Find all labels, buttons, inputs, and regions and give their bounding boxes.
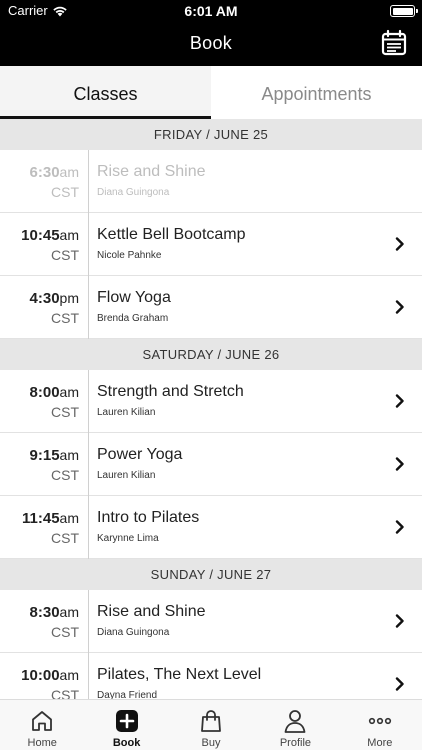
start-time: 4:30 <box>29 290 60 307</box>
start-time: 6:30 <box>29 164 60 181</box>
day-header: SATURDAY / JUNE 26 <box>0 339 422 370</box>
day-header: FRIDAY / JUNE 25 <box>0 119 422 150</box>
class-time: 10:45am CST <box>0 213 89 276</box>
class-name: Power Yoga <box>97 446 183 463</box>
day-header: SUNDAY / JUNE 27 <box>0 559 422 590</box>
segmented-tabs: Classes Appointments <box>0 66 422 119</box>
timezone: CST <box>51 184 79 200</box>
start-time: 10:00 <box>21 667 60 684</box>
tab-bar-label: Buy <box>201 737 221 749</box>
timezone: CST <box>51 624 79 640</box>
tab-appointments[interactable]: Appointments <box>211 66 422 119</box>
calendar-icon[interactable] <box>380 29 408 57</box>
person-icon <box>285 710 306 733</box>
bottom-tab-bar: Home Book Buy Profile More <box>0 699 422 750</box>
am-pm: am <box>59 227 79 243</box>
app-header: Carrier 6:01 AM Book <box>0 0 422 66</box>
page-title: Book <box>189 33 233 53</box>
am-pm: am <box>59 604 79 620</box>
timezone: CST <box>51 530 79 546</box>
instructor-name: Brenda Graham <box>97 313 169 324</box>
instructor-name: Dayna Friend <box>97 690 158 699</box>
battery-icon <box>390 5 418 17</box>
class-row[interactable]: 8:00am CST Strength and Stretch Lauren K… <box>0 370 422 433</box>
class-time: 10:00am CST <box>0 653 89 699</box>
class-row: 6:30am CST Rise and Shine Diana Guingona <box>0 150 422 213</box>
class-row[interactable]: 10:45am CST Kettle Bell Bootcamp Nicole … <box>0 213 422 276</box>
am-pm: pm <box>59 290 79 306</box>
class-schedule-list: FRIDAY / JUNE 25 6:30am CST Rise and Shi… <box>0 119 422 699</box>
chevron-right-icon <box>395 457 404 471</box>
timezone: CST <box>51 687 79 699</box>
instructor-name: Diana Guingona <box>97 187 170 198</box>
timezone: CST <box>51 247 79 263</box>
tab-bar-more[interactable]: More <box>338 700 422 750</box>
chevron-right-icon <box>395 677 404 691</box>
shopping-bag-icon <box>201 710 221 732</box>
timezone: CST <box>51 404 79 420</box>
chevron-right-icon <box>395 237 404 251</box>
instructor-name: Karynne Lima <box>97 533 159 544</box>
chevron-right-icon <box>395 614 404 628</box>
instructor-name: Diana Guingona <box>97 627 170 638</box>
tab-bar-label: Book <box>112 737 141 749</box>
timezone: CST <box>51 310 79 326</box>
tab-bar-book[interactable]: Book <box>84 700 168 750</box>
tab-classes[interactable]: Classes <box>0 66 211 119</box>
class-time: 8:30am CST <box>0 590 89 653</box>
tab-bar-label: Profile <box>279 737 312 749</box>
start-time: 8:30 <box>29 604 60 621</box>
chevron-right-icon <box>395 520 404 534</box>
class-row[interactable]: 11:45am CST Intro to Pilates Karynne Lim… <box>0 496 422 559</box>
start-time: 11:45 <box>22 510 60 527</box>
instructor-name: Lauren Kilian <box>97 470 156 481</box>
am-pm: am <box>59 164 79 180</box>
class-time: 4:30pm CST <box>0 276 89 339</box>
start-time: 10:45 <box>21 227 60 244</box>
class-row[interactable]: 8:30am CST Rise and Shine Diana Guingona <box>0 590 422 653</box>
class-name: Rise and Shine <box>97 163 206 180</box>
tab-bar-label: More <box>367 737 393 749</box>
timezone: CST <box>51 467 79 483</box>
class-name: Pilates, The Next Level <box>97 666 262 683</box>
class-time: 9:15am CST <box>0 433 89 496</box>
am-pm: am <box>59 667 79 683</box>
start-time: 8:00 <box>29 384 60 401</box>
tab-bar-buy[interactable]: Buy <box>169 700 253 750</box>
class-name: Kettle Bell Bootcamp <box>97 226 246 243</box>
class-time: 8:00am CST <box>0 370 89 433</box>
am-pm: am <box>59 384 79 400</box>
am-pm: am <box>59 447 79 463</box>
more-dots-icon <box>368 717 391 725</box>
chevron-right-icon <box>395 300 404 314</box>
class-name: Rise and Shine <box>97 603 206 620</box>
class-name: Strength and Stretch <box>97 383 244 400</box>
home-icon <box>32 711 53 731</box>
class-name: Intro to Pilates <box>97 509 200 526</box>
am-pm: am <box>59 510 79 526</box>
class-row[interactable]: 10:00am CST Pilates, The Next Level Dayn… <box>0 653 422 699</box>
instructor-name: Lauren Kilian <box>97 407 156 418</box>
tab-bar-profile[interactable]: Profile <box>253 700 337 750</box>
start-time: 9:15 <box>29 447 60 464</box>
class-time: 6:30am CST <box>0 150 89 213</box>
tab-bar-home[interactable]: Home <box>0 700 84 750</box>
tab-bar-label: Home <box>27 737 57 749</box>
book-plus-icon <box>115 710 138 732</box>
instructor-name: Nicole Pahnke <box>97 250 162 261</box>
class-time: 11:45am CST <box>0 496 89 559</box>
status-bar: Carrier 6:01 AM <box>0 0 422 22</box>
chevron-right-icon <box>395 394 404 408</box>
class-row[interactable]: 9:15am CST Power Yoga Lauren Kilian <box>0 433 422 496</box>
status-time: 6:01 AM <box>184 3 238 19</box>
class-name: Flow Yoga <box>97 289 171 306</box>
class-row[interactable]: 4:30pm CST Flow Yoga Brenda Graham <box>0 276 422 339</box>
